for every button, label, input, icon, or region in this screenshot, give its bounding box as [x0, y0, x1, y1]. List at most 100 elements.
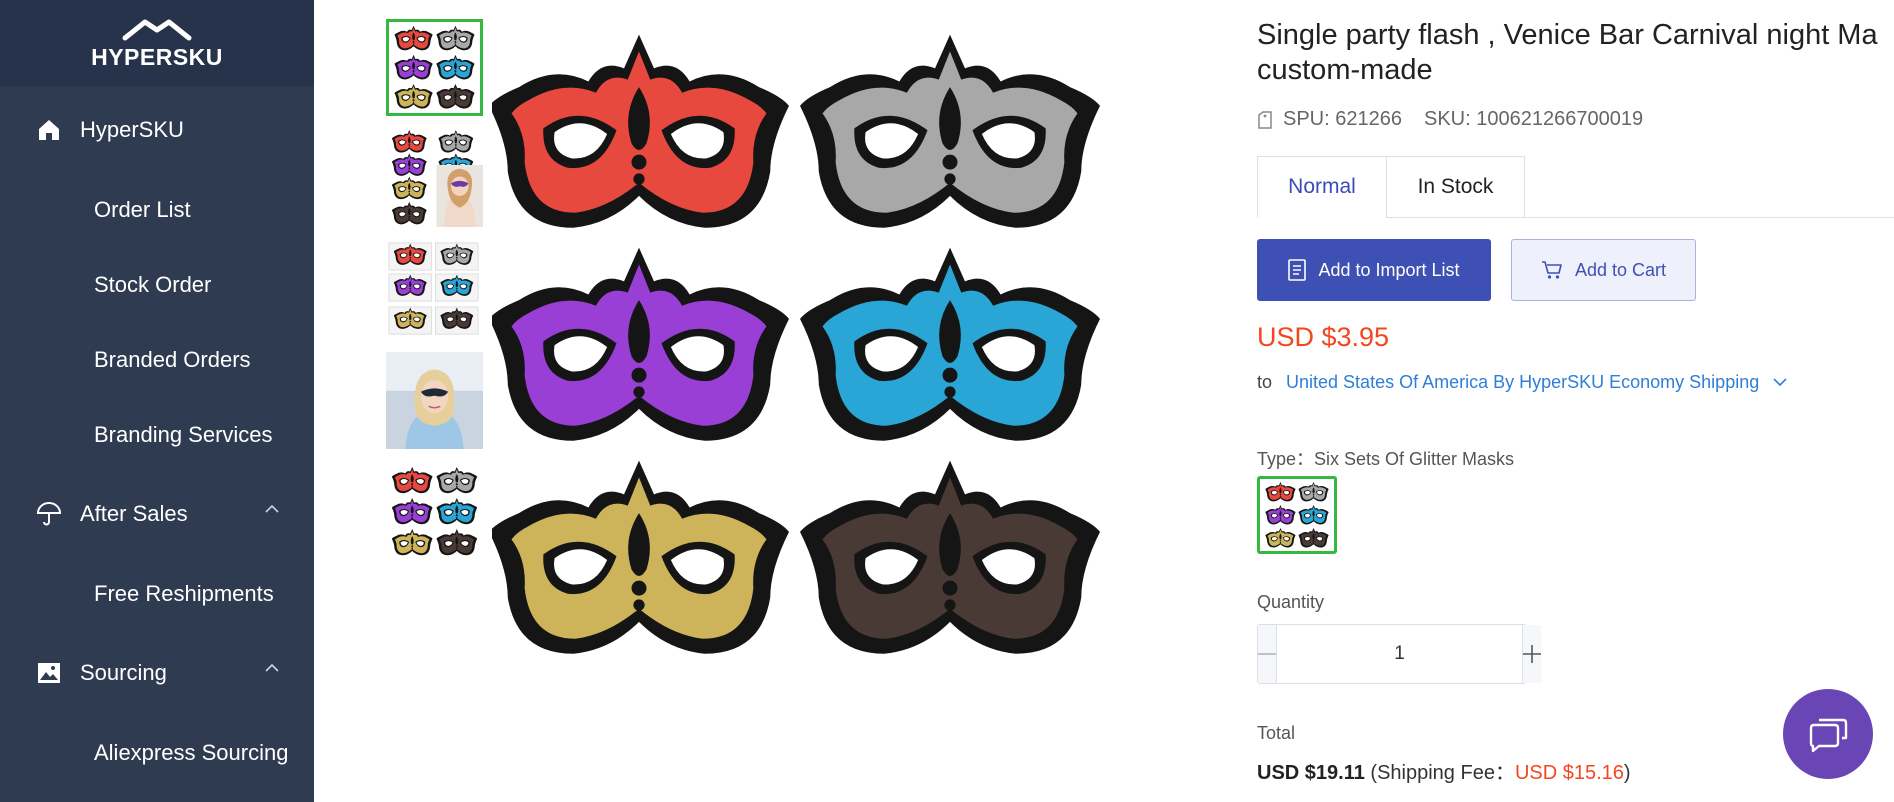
- thumbnail-1[interactable]: [386, 19, 483, 116]
- mask-shape: [391, 153, 427, 176]
- chevron-up-icon: [265, 663, 279, 672]
- sidebar-item-hypersku[interactable]: HyperSKU: [0, 102, 314, 158]
- mask-shape: [436, 466, 478, 494]
- sidebar-item-label: Branded Orders: [94, 347, 251, 372]
- chat-icon: [1809, 718, 1848, 753]
- mask-shape: [436, 25, 475, 51]
- sidebar-item-label: HyperSKU: [80, 117, 184, 142]
- shipping-to-label: to: [1257, 372, 1273, 392]
- sidebar-item-label: After Sales: [80, 501, 188, 526]
- tab-normal[interactable]: Normal: [1257, 156, 1387, 218]
- home-icon: [34, 115, 64, 145]
- stock-tabs: Normal In Stock: [1257, 156, 1894, 218]
- chevron-up-icon: [265, 504, 279, 513]
- mask-grid-image: [1265, 481, 1329, 548]
- mask-shape: [438, 130, 474, 153]
- quantity-input[interactable]: [1277, 625, 1522, 683]
- sidebar-item-label: Branding Services: [94, 422, 273, 447]
- quantity-label: Quantity: [1257, 592, 1325, 612]
- thumbnail-5[interactable]: [386, 463, 483, 560]
- mask-shape: [391, 466, 433, 494]
- total-amount: USD $19.11: [1257, 762, 1365, 784]
- cart-icon: [1541, 261, 1562, 279]
- mask-shape: [394, 83, 433, 109]
- tab-in-stock[interactable]: In Stock: [1386, 156, 1525, 218]
- add-to-cart-button[interactable]: Add to Cart: [1511, 239, 1696, 301]
- mask-shape: [1265, 528, 1296, 548]
- mask-shape: [391, 498, 433, 525]
- total-label: Total: [1257, 723, 1296, 743]
- mask-shape: [391, 529, 433, 556]
- mask-shape: [394, 54, 433, 80]
- mask-shape: [436, 54, 475, 80]
- product-title-line-1: Single party flash , Venice Bar Carnival…: [1257, 19, 1878, 51]
- mask-shape: [391, 201, 427, 225]
- mask-shape: [1298, 481, 1329, 502]
- mask-shape: [492, 247, 790, 441]
- sidebar-item-after-sales[interactable]: After Sales: [0, 486, 314, 542]
- model-photo-image: [386, 352, 483, 449]
- quantity-increase-button[interactable]: [1522, 625, 1541, 683]
- mask-shape: [800, 247, 1100, 441]
- thumbnail-4[interactable]: [386, 352, 483, 449]
- sidebar-item-stock-order[interactable]: Stock Order: [0, 257, 314, 313]
- logo[interactable]: HYPERSKU: [0, 0, 314, 86]
- variant-type-label: Type：Six Sets Of Glitter Masks: [1257, 449, 1515, 469]
- quantity-stepper: [1257, 624, 1541, 684]
- thumbnail-3[interactable]: [386, 241, 483, 338]
- mask-shape: [800, 34, 1100, 228]
- chat-button[interactable]: [1783, 689, 1873, 779]
- mask-shape: [1298, 528, 1329, 548]
- chevron-down-icon[interactable]: [1773, 378, 1787, 387]
- product-ids: SPU: 621266 SKU: 100621266700019: [1257, 108, 1643, 131]
- sidebar-item-branding-services[interactable]: Branding Services: [0, 407, 314, 463]
- plus-icon: [1523, 645, 1541, 663]
- shipping-selector: to United States Of America By HyperSKU …: [1257, 372, 1787, 393]
- mask-shape: [800, 460, 1100, 654]
- mask-shape: [492, 460, 790, 654]
- sidebar-item-sourcing[interactable]: Sourcing: [0, 645, 314, 701]
- sidebar-item-aliexpress-sourcing[interactable]: Aliexpress Sourcing: [0, 725, 314, 781]
- shipping-fee-amount: USD $15.16: [1514, 762, 1624, 784]
- mask-cards-image: [388, 242, 479, 335]
- mask-shape: [1265, 481, 1296, 502]
- variant-option-six-sets[interactable]: [1257, 476, 1337, 554]
- logo-roof-icon: [122, 19, 192, 40]
- image-icon: [34, 658, 64, 688]
- sidebar-item-branded-orders[interactable]: Branded Orders: [0, 332, 314, 388]
- logo-text: HYPERSKU: [91, 43, 223, 70]
- sidebar-item-free-reshipments[interactable]: Free Reshipments: [0, 566, 314, 622]
- mask-shape: [436, 498, 478, 525]
- add-to-import-list-label: Add to Import List: [1318, 259, 1460, 280]
- product-title: Single party flash , Venice Bar Carnival…: [1257, 18, 1894, 88]
- mask-shape: [492, 34, 790, 228]
- total-line: USD $19.11 (Shipping Fee：USD $15.16): [1257, 756, 1631, 785]
- mask-shape: [391, 176, 427, 200]
- mask-grid-image: [391, 466, 478, 556]
- mask-shape: [394, 25, 433, 51]
- umbrella-icon: [34, 499, 64, 529]
- spu-value: SPU: 621266: [1283, 108, 1402, 130]
- add-to-import-list-button[interactable]: Add to Import List: [1257, 239, 1491, 301]
- add-to-cart-label: Add to Cart: [1574, 259, 1667, 280]
- sidebar-item-label: Stock Order: [94, 272, 212, 297]
- thumbnail-2[interactable]: [386, 130, 483, 227]
- sidebar-item-order-list[interactable]: Order List: [0, 182, 314, 238]
- product-main-image: [492, 34, 1100, 654]
- tag-icon: [1258, 110, 1272, 129]
- mask-model-image: [391, 130, 483, 227]
- mask-grid-image: [394, 25, 475, 109]
- product-title-line-2: custom-made: [1257, 54, 1433, 86]
- sku-value: SKU: 100621266700019: [1423, 108, 1644, 130]
- mask-shape: [1265, 504, 1296, 525]
- mask-shape: [1298, 504, 1329, 525]
- shipping-fee-suffix: ): [1623, 762, 1631, 784]
- sidebar-item-label: Aliexpress Sourcing: [94, 740, 289, 765]
- quantity-decrease-button[interactable]: [1258, 625, 1277, 683]
- shipping-method-link[interactable]: United States Of America By HyperSKU Eco…: [1286, 372, 1759, 393]
- sidebar-item-label: Free Reshipments: [94, 581, 274, 606]
- sidebar-item-label: Sourcing: [80, 660, 167, 685]
- shipping-fee-prefix: (Shipping Fee：: [1364, 762, 1515, 784]
- document-icon: [1288, 259, 1307, 281]
- sidebar-item-label: Order List: [94, 197, 191, 222]
